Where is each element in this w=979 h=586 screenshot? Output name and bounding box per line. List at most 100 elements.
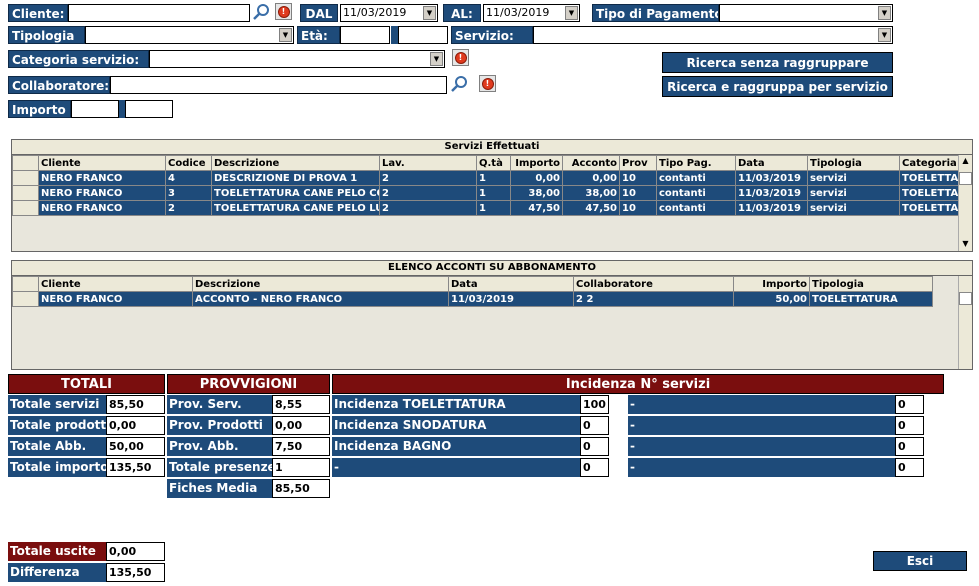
column-header[interactable]: Tipologia: [809, 276, 933, 292]
tipologia-select[interactable]: ▼: [85, 26, 294, 44]
acconti-table: Cliente Descrizione Data Collaboratore Impor…: [12, 276, 933, 307]
scroll-down-icon[interactable]: ▼: [959, 238, 972, 251]
eta-to-input[interactable]: [398, 26, 448, 44]
esci-button[interactable]: Esci: [873, 551, 967, 571]
servizio-select[interactable]: ▼: [533, 26, 893, 44]
chevron-down-icon[interactable]: ▼: [565, 6, 578, 20]
table-row[interactable]: NERO FRANCO 2 TOELETTATURA CANE PELO LU 2 1 4…: [12, 200, 959, 216]
dal-value: 11/03/2019: [343, 6, 407, 19]
scroll-thumb[interactable]: [959, 172, 972, 185]
column-header[interactable]: Categoria: [899, 155, 959, 171]
totali-row-value: 50,00: [106, 437, 165, 456]
clear-cliente-icon[interactable]: !: [275, 3, 292, 20]
table-row[interactable]: NERO FRANCO ACCONTO - NERO FRANCO 11/03/20…: [12, 291, 933, 307]
table-cell: servizi: [807, 170, 900, 186]
totali-row-value: 0,00: [106, 416, 165, 435]
column-header[interactable]: Lav.: [379, 155, 477, 171]
totale-uscite-value: 0,00: [106, 542, 165, 561]
totale-uscite-label: Totale uscite: [8, 542, 106, 561]
row-selector-header: [12, 155, 39, 171]
provvigioni-row-value: 7,50: [272, 437, 330, 456]
incidenza-extra-row-label: -: [628, 458, 895, 477]
column-header[interactable]: Prov: [619, 155, 657, 171]
table-cell: NERO FRANCO: [38, 185, 166, 201]
incidenza-row-value: 100: [580, 395, 609, 414]
chevron-down-icon[interactable]: ▼: [878, 6, 891, 20]
column-header[interactable]: Descrizione: [192, 276, 449, 292]
table-cell: 10: [619, 170, 657, 186]
table-cell: NERO FRANCO: [38, 291, 193, 307]
servizio-label: Servizio:: [451, 26, 533, 44]
search-collaboratore-icon[interactable]: [451, 75, 468, 92]
row-selector[interactable]: [12, 291, 39, 307]
categoria-label: Categoria servizio:: [8, 50, 149, 68]
column-header[interactable]: Importo: [733, 276, 810, 292]
incidenza-row-label: Incidenza TOELETTATURA: [332, 395, 580, 414]
column-header[interactable]: Q.tà: [476, 155, 511, 171]
provvigioni-row-value: 0,00: [272, 416, 330, 435]
collaboratore-input[interactable]: [110, 76, 447, 94]
clear-collaboratore-icon[interactable]: !: [479, 75, 496, 92]
table-cell: 4: [165, 170, 212, 186]
scroll-thumb[interactable]: [959, 292, 972, 305]
chevron-down-icon[interactable]: ▼: [430, 52, 443, 66]
chevron-down-icon[interactable]: ▼: [423, 6, 436, 20]
incidenza-extra-row-label: -: [628, 437, 895, 456]
table-cell: 0,00: [562, 170, 620, 186]
dal-date-picker[interactable]: 11/03/2019 ▼: [340, 4, 438, 22]
column-header[interactable]: Descrizione: [211, 155, 380, 171]
table-cell: TOELETTATURA: [809, 291, 933, 307]
table-row[interactable]: NERO FRANCO 4 DESCRIZIONE DI PROVA 1 2 1 0,00…: [12, 170, 959, 186]
search-icon[interactable]: [253, 3, 270, 20]
row-selector[interactable]: [12, 200, 39, 216]
column-header[interactable]: Tipo Pag.: [656, 155, 736, 171]
table-cell: servizi: [807, 185, 900, 201]
column-header[interactable]: Cliente: [38, 276, 193, 292]
table-cell: NERO FRANCO: [38, 200, 166, 216]
importo-to-input[interactable]: [125, 100, 173, 118]
chevron-down-icon[interactable]: ▼: [878, 28, 891, 42]
column-header[interactable]: Tipologia: [807, 155, 900, 171]
table-cell: 47,50: [562, 200, 620, 216]
column-header[interactable]: Data: [735, 155, 808, 171]
acconti-scrollbar[interactable]: [958, 276, 972, 369]
clear-categoria-icon[interactable]: !: [452, 49, 469, 66]
table-cell: 38,00: [510, 185, 563, 201]
column-header[interactable]: Cliente: [38, 155, 166, 171]
servizi-scrollbar[interactable]: ▲ ▼: [958, 155, 972, 251]
table-cell: 1: [476, 185, 511, 201]
servizi-table: Cliente Codice Descrizione Lav. Q.tà Importo A…: [12, 155, 959, 216]
ricerca-raggruppa-button[interactable]: Ricerca e raggruppa per servizio: [662, 76, 893, 97]
row-selector[interactable]: [12, 185, 39, 201]
column-header[interactable]: Codice: [165, 155, 212, 171]
table-cell: TOELETTATURA CANE PELO LU: [211, 200, 380, 216]
table-cell: 1: [476, 170, 511, 186]
totali-row-label: Totale prodotti: [8, 416, 106, 435]
incidenza-row-value: 0: [580, 437, 609, 456]
column-header[interactable]: Importo: [510, 155, 563, 171]
tipo-pagamento-select[interactable]: ▼: [719, 4, 893, 22]
table-cell: 2: [379, 170, 477, 186]
categoria-select[interactable]: ▼: [149, 50, 445, 68]
column-header[interactable]: Data: [448, 276, 574, 292]
table-cell: 3: [165, 185, 212, 201]
table-cell: 11/03/2019: [448, 291, 574, 307]
chevron-down-icon[interactable]: ▼: [279, 28, 292, 42]
scroll-up-icon[interactable]: ▲: [959, 155, 972, 168]
provvigioni-row-value: 8,55: [272, 395, 330, 414]
column-header[interactable]: Collaboratore: [573, 276, 734, 292]
table-cell: 0,00: [510, 170, 563, 186]
al-date-picker[interactable]: 11/03/2019 ▼: [483, 4, 580, 22]
table-cell: ACCONTO - NERO FRANCO: [192, 291, 449, 307]
importo-from-input[interactable]: [71, 100, 119, 118]
cliente-input[interactable]: [68, 4, 250, 22]
column-header[interactable]: Acconto: [562, 155, 620, 171]
collaboratore-label: Collaboratore:: [8, 76, 110, 94]
row-selector[interactable]: [12, 170, 39, 186]
ricerca-senza-raggruppare-button[interactable]: Ricerca senza raggruppare: [662, 52, 893, 73]
table-row[interactable]: NERO FRANCO 3 TOELETTATURA CANE PELO CO 2 1 3…: [12, 185, 959, 201]
table-cell: TOELETTA: [899, 170, 959, 186]
table-cell: 2: [165, 200, 212, 216]
eta-from-input[interactable]: [340, 26, 390, 44]
incidenza-row-label: Incidenza BAGNO: [332, 437, 580, 456]
